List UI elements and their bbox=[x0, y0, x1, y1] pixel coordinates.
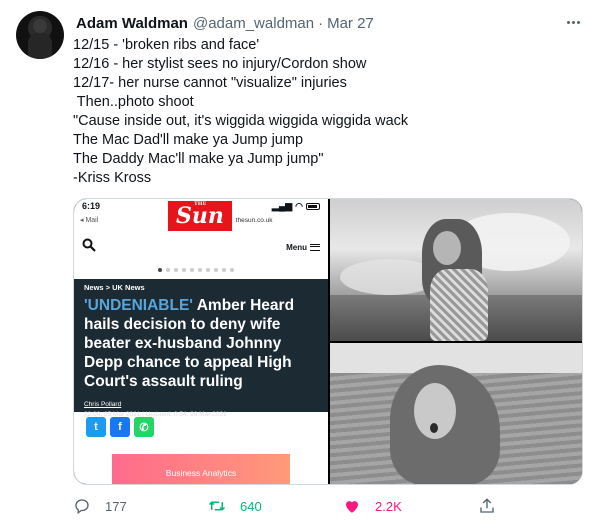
menu-label: Menu bbox=[286, 242, 307, 252]
reply-count: 177 bbox=[105, 498, 127, 514]
tweet-line: 12/15 - 'broken ribs and face' bbox=[73, 37, 260, 53]
hamburger-icon bbox=[310, 243, 320, 251]
share-button[interactable] bbox=[478, 497, 496, 515]
tweet-line: 12/17- her nurse cannot "visualize" inju… bbox=[73, 75, 347, 91]
tweet-text: 12/15 - 'broken ribs and face' 12/16 - h… bbox=[73, 36, 573, 188]
tweet-line: The Mac Dad'll make ya Jump jump bbox=[73, 132, 304, 148]
whatsapp-icon: ✆ bbox=[134, 417, 154, 437]
header-separator: · bbox=[318, 14, 324, 32]
sun-logo: THE Sun bbox=[168, 201, 232, 231]
like-count: 2.2K bbox=[375, 498, 402, 514]
author-name[interactable]: Adam Waldman bbox=[76, 15, 188, 32]
person-face-shape bbox=[433, 231, 461, 265]
article-banner: News > UK News 'UNDENIABLE' Amber Heard … bbox=[74, 279, 328, 418]
menu-button: Menu bbox=[286, 243, 320, 252]
avatar-head bbox=[33, 19, 47, 33]
share-buttons: t f ✆ bbox=[86, 417, 154, 437]
retweet-count: 640 bbox=[240, 498, 262, 514]
retweet-button[interactable]: 640 bbox=[208, 497, 262, 515]
tweet-line: Then..photo shoot bbox=[73, 94, 194, 110]
status-time: 6:19 bbox=[82, 201, 101, 211]
share-icon bbox=[478, 497, 496, 515]
signal-icon: ▂▄▆ bbox=[271, 200, 293, 211]
media-grid: 6:19 ▂▄▆ ◠ ◂ Mail 🔒 thesun.co.uk Menu TH… bbox=[73, 198, 583, 485]
twitter-icon: t bbox=[86, 417, 106, 437]
tweet-actions: 177 640 2.2K bbox=[73, 494, 503, 518]
carousel-dots bbox=[158, 268, 234, 272]
sun-logo-small: THE bbox=[194, 201, 207, 207]
status-icons: ▂▄▆ ◠ bbox=[272, 201, 320, 212]
tweet-date[interactable]: Mar 27 bbox=[327, 15, 374, 32]
back-to-mail: ◂ Mail bbox=[80, 217, 99, 224]
ad-banner: Business Analytics bbox=[112, 454, 290, 484]
tweet-line: 12/16 - her stylist sees no injury/Cordo… bbox=[73, 56, 367, 72]
person-body-shape bbox=[430, 269, 488, 341]
like-button[interactable]: 2.2K bbox=[343, 497, 402, 515]
tweet-line: -Kriss Kross bbox=[73, 170, 152, 186]
retweet-icon bbox=[208, 497, 226, 515]
wifi-icon: ◠ bbox=[295, 200, 303, 211]
headline-highlight: 'UNDENIABLE' bbox=[84, 297, 193, 314]
person-mouth-shape bbox=[430, 423, 438, 433]
tweet-line: "Cause inside out, it's wiggida wiggida … bbox=[73, 113, 409, 129]
facebook-icon: f bbox=[110, 417, 130, 437]
avatar-body bbox=[28, 33, 52, 59]
reply-icon bbox=[73, 497, 91, 515]
article-headline: 'UNDENIABLE' Amber Heard hails decision … bbox=[84, 296, 318, 391]
tweet-line: The Daddy Mac'll make ya Jump jump" bbox=[73, 151, 324, 167]
sun-header: Menu bbox=[74, 229, 328, 265]
page-url: 🔒 thesun.co.uk bbox=[225, 217, 273, 224]
reply-button[interactable]: 177 bbox=[73, 497, 127, 515]
tweet-header: Adam Waldman @adam_waldman · Mar 27 bbox=[76, 13, 584, 33]
media-image-beach-2[interactable] bbox=[330, 343, 582, 484]
media-image-screenshot[interactable]: 6:19 ▂▄▆ ◠ ◂ Mail 🔒 thesun.co.uk Menu TH… bbox=[74, 199, 328, 484]
media-image-beach-1[interactable] bbox=[330, 199, 582, 341]
author-handle[interactable]: @adam_waldman bbox=[193, 15, 314, 32]
battery-icon bbox=[306, 202, 320, 210]
article-byline: Chris Pollard bbox=[84, 401, 122, 408]
more-options-icon[interactable] bbox=[562, 11, 584, 33]
search-icon bbox=[82, 238, 96, 257]
breadcrumb: News > UK News bbox=[84, 283, 145, 292]
avatar[interactable] bbox=[16, 11, 64, 59]
heart-icon bbox=[343, 497, 361, 515]
